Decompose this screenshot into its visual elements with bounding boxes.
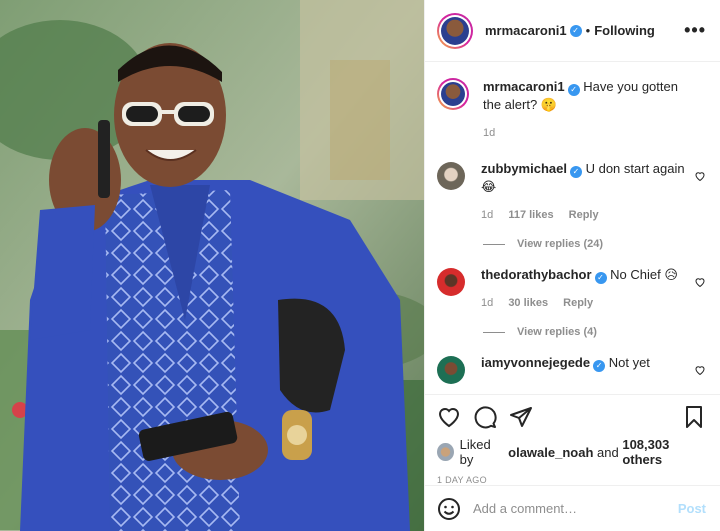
comment-likes[interactable]: 30 likes — [508, 297, 548, 309]
comment-item: thedorathybachor ✓ No Chief 😥 1d 30 likes… — [437, 266, 706, 312]
post-photo-illustration — [0, 0, 424, 531]
more-options-icon[interactable]: ••• — [684, 20, 706, 41]
liker-username[interactable]: olawale_noah — [508, 445, 593, 460]
view-replies-line — [483, 243, 505, 245]
verified-badge-icon: ✓ — [593, 360, 606, 372]
view-replies-label: View replies (4) — [517, 326, 597, 338]
post-timestamp[interactable]: 1 DAY AGO — [437, 475, 706, 485]
comment-likes[interactable]: 117 likes — [508, 209, 553, 221]
caption-time[interactable]: 1d — [483, 127, 495, 139]
comment-avatar[interactable] — [437, 162, 465, 190]
comments-list[interactable]: mrmacaroni1 ✓ Have you gotten the alert? … — [425, 63, 720, 393]
verified-badge-icon: ✓ — [567, 84, 580, 96]
comment-username[interactable]: thedorathybachor — [481, 267, 592, 282]
view-replies-button[interactable]: View replies (4) — [483, 326, 706, 338]
view-replies-label: View replies (24) — [517, 238, 604, 250]
comment-username[interactable]: iamyvonnejegede — [481, 355, 590, 370]
reply-button[interactable]: Reply — [569, 209, 599, 221]
author-avatar[interactable] — [437, 12, 473, 49]
post-header: mrmacaroni1 ✓ • Following ••• — [425, 0, 720, 62]
comment-text: Not yet — [608, 355, 650, 370]
likes-summary: Liked by olawale_noah and 108,303 others — [437, 437, 706, 467]
post-comment-button[interactable]: Post — [678, 501, 706, 516]
comment-like-heart-icon[interactable] — [694, 170, 706, 182]
comment-avatar[interactable] — [437, 268, 465, 296]
comment-item: iamyvonnejegede ✓ Not yet — [437, 354, 706, 384]
author-username[interactable]: mrmacaroni1 — [485, 23, 567, 38]
heart-icon[interactable] — [437, 405, 461, 429]
add-comment-bar: Post — [425, 485, 720, 531]
comment-text: No Chief 😥 — [610, 267, 678, 282]
header-separator: • — [585, 23, 591, 38]
view-replies-line — [483, 331, 505, 333]
comment-username[interactable]: zubbymichael — [481, 161, 567, 176]
likes-count[interactable]: 108,303 others — [622, 437, 706, 467]
verified-badge-icon: ✓ — [569, 166, 582, 178]
liker-avatar[interactable] — [437, 443, 454, 461]
likes-conjunction: and — [597, 444, 619, 460]
caption: mrmacaroni1 ✓ Have you gotten the alert? … — [437, 78, 706, 142]
caption-username[interactable]: mrmacaroni1 — [483, 79, 565, 94]
post-photo[interactable] — [0, 0, 424, 531]
reply-button[interactable]: Reply — [563, 297, 593, 309]
comment-time[interactable]: 1d — [481, 297, 493, 309]
likes-prefix: Liked by — [459, 437, 491, 467]
post-actions: Liked by olawale_noah and 108,303 others… — [425, 394, 720, 485]
post-sidebar: mrmacaroni1 ✓ • Following ••• mrmacaroni… — [424, 0, 720, 531]
comment-time[interactable]: 1d — [481, 209, 493, 221]
comment-input[interactable] — [473, 501, 678, 516]
verified-badge-icon: ✓ — [594, 272, 607, 284]
verified-badge-icon: ✓ — [569, 24, 582, 37]
comment-like-heart-icon[interactable] — [694, 276, 706, 288]
comment-avatar[interactable] — [437, 356, 465, 384]
share-icon[interactable] — [509, 405, 533, 429]
comment-icon[interactable] — [473, 405, 497, 429]
following-button[interactable]: Following — [594, 23, 655, 38]
comment-like-heart-icon[interactable] — [694, 364, 706, 376]
comment-item: zubbymichael ✓ U don start again 😂 1d 117… — [437, 160, 706, 224]
caption-avatar[interactable] — [437, 78, 469, 110]
emoji-icon[interactable] — [437, 497, 461, 521]
instagram-post-view: mrmacaroni1 ✓ • Following ••• mrmacaroni… — [0, 0, 720, 531]
bookmark-icon[interactable] — [682, 405, 706, 429]
view-replies-button[interactable]: View replies (24) — [483, 238, 706, 250]
